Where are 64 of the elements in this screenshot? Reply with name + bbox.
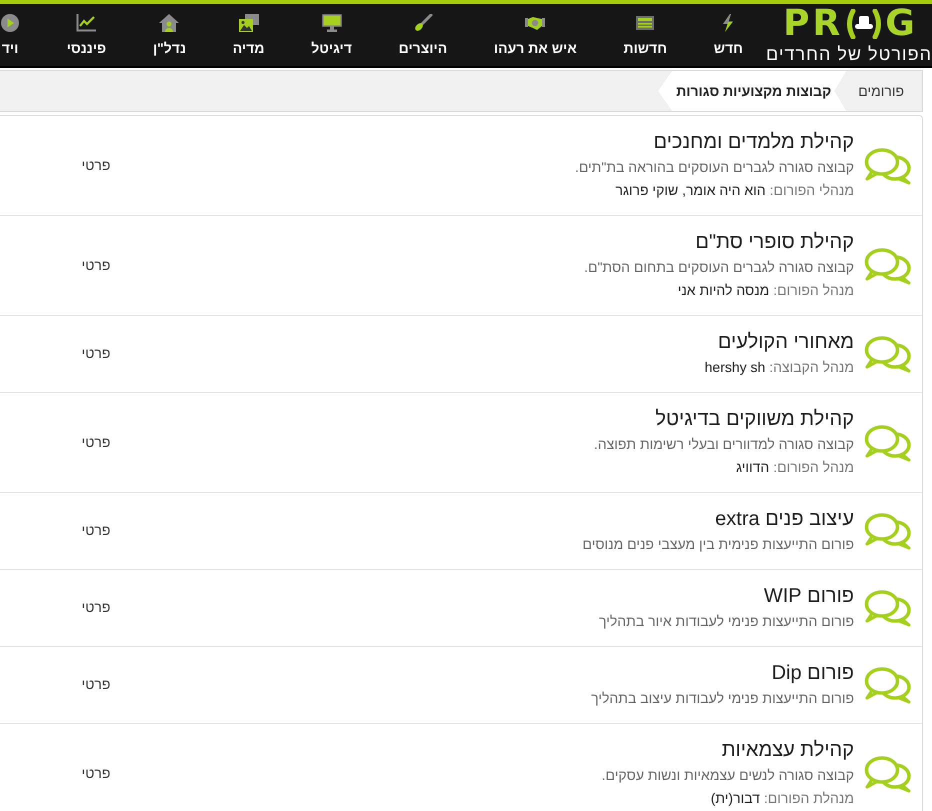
breadcrumb-link[interactable]: פורומים (846, 71, 922, 111)
privacy-label: פרטי (82, 676, 110, 692)
moderator-label: מנהלי הפורום: (770, 182, 854, 198)
forum-description: פורום התייעצות פנימי לעבודות עיצוב בתהליך (591, 690, 854, 706)
privacy-label: פרטי (82, 345, 110, 361)
speech-bubbles-icon (864, 754, 912, 792)
nav-link[interactable]: חדשות (624, 14, 668, 56)
nav-link[interactable]: חדש (714, 14, 743, 56)
privacy-label: פרטי (82, 434, 110, 450)
speech-bubbles-icon (864, 666, 912, 704)
moderator-label: מנהל הפורום: (773, 459, 854, 475)
nav-link[interactable]: נדל"ן (152, 14, 186, 56)
moderator-names[interactable]: hershy sh (704, 359, 766, 375)
forum-title[interactable]: קהילת עצמאיות (722, 739, 854, 761)
current-breadcrumb[interactable]: קבוצות מקצועיות סגורות (658, 71, 846, 111)
forum-description: קבוצה סגורה לגברים העוסקים בתחום הסת"ם. (584, 259, 854, 275)
forum-title[interactable]: עיצוב פנים extra (715, 508, 854, 530)
forum-title[interactable]: מאחורי הקולעים (718, 331, 854, 353)
speech-bubbles-icon (864, 589, 912, 627)
forum-description: קבוצה סגורה לגברים העוסקים בהוראה בת"תים. (574, 159, 854, 175)
chart-icon (76, 14, 96, 32)
nav-link[interactable]: איש את רעהו (494, 14, 577, 56)
forum-title[interactable]: פורום WIP (764, 585, 854, 607)
house-icon (159, 14, 180, 32)
privacy-label: פרטי (82, 156, 110, 172)
forum-description: פורום התייעצות פנימי לעבודות איור בתהליך (599, 613, 854, 629)
forum-title[interactable]: קהילת סופרי סת"ם (695, 231, 854, 253)
nav-link[interactable]: ויד (0, 14, 20, 56)
forum-title[interactable]: קהילת משווקים בדיגיטל (655, 408, 854, 430)
speech-bubbles-icon (864, 424, 912, 462)
privacy-label: פרטי (82, 599, 110, 615)
moderator-label: מנהל הקבוצה: (769, 359, 854, 375)
moderator-label: מנהל הפורום: (773, 282, 854, 298)
nav-link[interactable]: מדיה (232, 14, 264, 56)
privacy-label: פרטי (82, 522, 110, 538)
logo-text[interactable]: PR (783, 6, 844, 42)
brush-icon (412, 14, 433, 32)
nav-link[interactable]: היוצרים (398, 14, 448, 56)
moderator-names[interactable]: דבור(ית) (710, 790, 760, 806)
newspaper-icon (635, 14, 656, 32)
privacy-label: פרטי (82, 256, 110, 272)
speech-bubbles-icon (864, 246, 912, 284)
moderator-names[interactable]: הדוויג (736, 459, 770, 475)
handshake-icon (525, 14, 546, 32)
bracketed-hat-icon (845, 9, 884, 39)
speech-bubbles-icon (864, 146, 912, 184)
forum-description: פורום התייעצות פנימית בין מעצבי פנים מנוסים (582, 536, 854, 552)
forum-title[interactable]: קהילת מלמדים ומחנכים (654, 131, 854, 153)
moderator-names[interactable]: מנסה להיות אני (678, 282, 770, 298)
privacy-label: פרטי (82, 764, 110, 780)
nav-link[interactable]: פיננסי (66, 14, 106, 56)
forum-title[interactable]: פורום Dip (772, 662, 854, 684)
play-icon (0, 14, 20, 32)
pictures-icon (238, 14, 259, 32)
logo-tagline[interactable]: הפורטל של החרדים (766, 44, 932, 64)
forum-description: קבוצה סגורה למדוורים ובעלי רשימות תפוצה. (594, 436, 854, 452)
moderator-names[interactable]: הוא היה אומר, שוקי פרוגר (615, 182, 766, 198)
nav-link[interactable]: דיגיטל (311, 14, 352, 56)
logo-text[interactable]: G (885, 6, 915, 42)
monitor-icon (322, 14, 342, 32)
speech-bubbles-icon (864, 335, 912, 373)
speech-bubbles-icon (864, 512, 912, 550)
forum-description: קבוצה סגורה לנשים עצמאיות ונשות עסקים. (602, 767, 854, 783)
moderator-label: מנהלת הפורום: (764, 790, 854, 806)
